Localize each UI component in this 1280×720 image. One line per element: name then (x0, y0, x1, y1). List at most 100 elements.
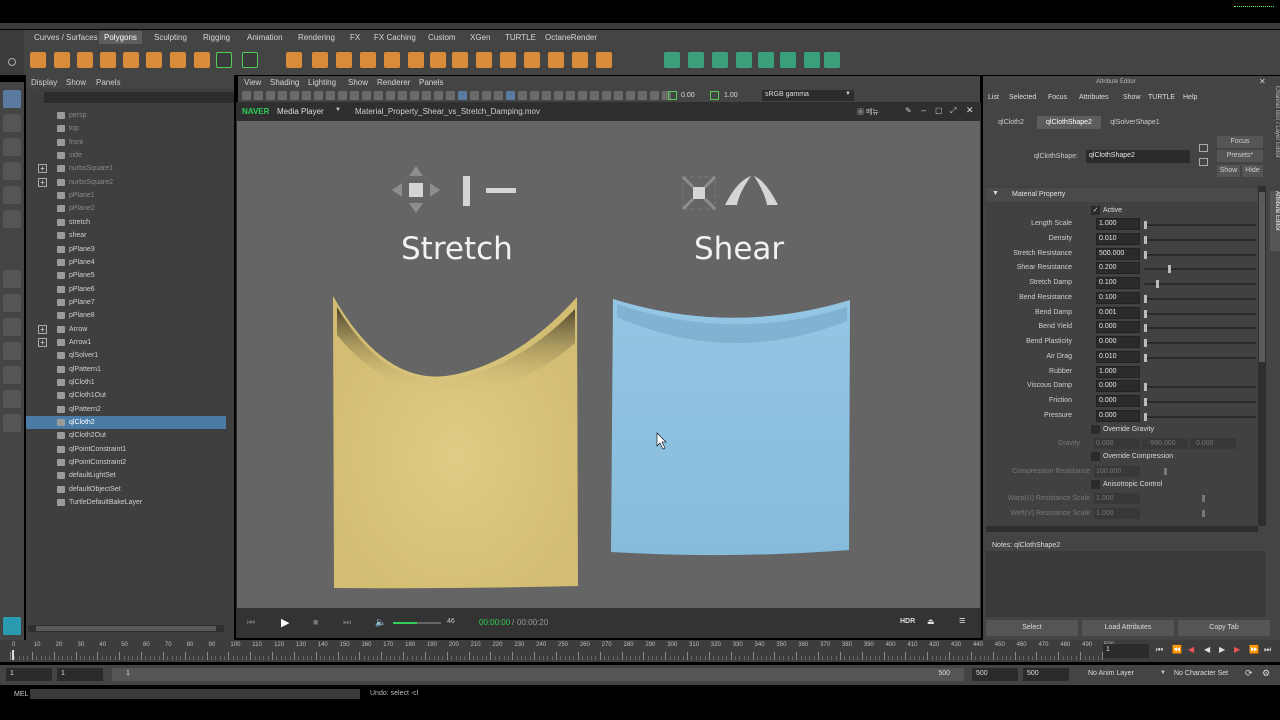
attr-menu-focus[interactable]: Focus (1048, 94, 1067, 101)
shelf-tool-icon[interactable] (736, 52, 752, 68)
attr-value-field[interactable]: 0.000 (1096, 336, 1140, 348)
viewport-tool-icon[interactable] (530, 91, 539, 100)
mel-input[interactable] (30, 689, 360, 699)
outliner-item[interactable]: qlPattern1 (26, 363, 226, 376)
viewport-tool-icon[interactable] (614, 91, 623, 100)
end-time-field[interactable]: 500 (1023, 668, 1069, 681)
attr-slider-knob[interactable] (1144, 412, 1147, 421)
viewport-tool-icon[interactable] (470, 91, 479, 100)
attr-slider[interactable] (1144, 309, 1256, 318)
shelf-tool-icon[interactable] (384, 52, 400, 68)
hide-button[interactable]: Hide (1242, 165, 1263, 177)
attr-value-field[interactable]: 0.100 (1096, 291, 1140, 304)
checkbox-empty-icon[interactable] (1091, 452, 1100, 461)
tab-curves-surfaces[interactable]: Curves / Surfaces (29, 31, 103, 44)
outliner-item[interactable]: pPlane5 (26, 269, 226, 282)
viewport-tool-icon[interactable] (602, 91, 611, 100)
attr-slider-knob[interactable] (1144, 221, 1147, 229)
attr-value-field[interactable]: 0.000 (1096, 409, 1140, 422)
warp-slider-knob[interactable] (1202, 495, 1205, 502)
character-set-select[interactable]: No Character Set (1170, 668, 1242, 681)
viewport-tool-icon[interactable] (398, 91, 407, 100)
tab-polygons[interactable]: Polygons (99, 31, 142, 44)
viewport-tool-icon[interactable] (350, 91, 359, 100)
viewport-menu-lighting[interactable]: Lighting (308, 78, 336, 87)
outliner-item[interactable]: + Arrow (26, 323, 226, 336)
outliner-item[interactable]: shear (26, 229, 226, 242)
weft-slider-knob[interactable] (1202, 510, 1205, 517)
outliner-item[interactable]: pPlane2 (26, 202, 226, 215)
viewport-tool-icon[interactable] (338, 91, 347, 100)
outliner-item[interactable]: pPlane4 (26, 256, 226, 269)
hdr-toggle[interactable]: HDR (900, 618, 915, 625)
outliner-item[interactable]: side (26, 149, 226, 162)
tab-rendering[interactable]: Rendering (293, 31, 340, 44)
attr-slider[interactable] (1144, 235, 1256, 244)
expand-plus-icon[interactable]: + (38, 337, 47, 347)
shelf-tool-icon[interactable] (758, 52, 774, 68)
checkbox-checked-icon[interactable]: ✓ (1091, 206, 1100, 215)
range-slider[interactable]: 1 500 (112, 668, 964, 681)
outliner-item[interactable]: + nurbsSquare2 (26, 176, 226, 189)
attr-slider[interactable] (1144, 339, 1256, 347)
attr-slider-knob[interactable] (1144, 235, 1147, 244)
viewport-tool-icon[interactable] (278, 91, 287, 100)
compression-field[interactable]: 100.000 (1094, 466, 1140, 477)
override-compression-row[interactable]: Override Compression (1091, 451, 1231, 463)
volume-icon[interactable]: 🔈 (375, 617, 386, 628)
colorspace-select[interactable]: sRGB gamma ▼ (762, 90, 854, 101)
override-gravity-row[interactable]: Override Gravity (1091, 424, 1211, 436)
time-cursor[interactable] (12, 650, 15, 660)
attr-slider-knob[interactable] (1144, 294, 1147, 303)
tab-animation[interactable]: Animation (242, 31, 288, 44)
shelf-tool-icon[interactable] (30, 52, 46, 68)
layout-four-icon[interactable] (3, 294, 21, 312)
attr-value-field[interactable]: 500.000 (1096, 247, 1140, 260)
toggle-icon[interactable] (710, 91, 719, 100)
side-tab-channel-box[interactable]: Channel Box / Layer Editor (1270, 86, 1280, 176)
outliner-item[interactable]: defaultLightSet (26, 469, 226, 482)
mel-label[interactable]: MEL (14, 691, 28, 698)
viewport-tool-icon[interactable] (422, 91, 431, 100)
viewport-tool-icon[interactable] (446, 91, 455, 100)
outliner-item[interactable]: TurtleDefaultBakeLayer (26, 496, 226, 509)
viewport-tool-icon[interactable] (410, 91, 419, 100)
viewport-tool-icon[interactable] (554, 91, 563, 100)
outliner-menu-panels[interactable]: Panels (96, 78, 120, 87)
viewport-tool-icon[interactable] (374, 91, 383, 100)
outliner-item[interactable]: pPlane8 (26, 309, 226, 322)
shelf-tool-icon[interactable] (360, 52, 376, 68)
focus-node-icon[interactable] (1199, 144, 1208, 152)
shelf-tool-icon[interactable] (664, 52, 680, 68)
section-header-material-property[interactable]: ▼ Material Property (986, 188, 1258, 202)
attr-menu-show[interactable]: Show (1123, 94, 1141, 101)
outliner-item[interactable]: qlPattern2 (26, 403, 226, 416)
attr-value-field[interactable]: 0.010 (1096, 350, 1140, 363)
viewport-tool-icon[interactable] (566, 91, 575, 100)
shelf-tool-icon[interactable] (780, 52, 796, 68)
attr-tab-qlsolvershape1[interactable]: qlSolverShape1 (1104, 116, 1166, 129)
attr-slider-knob[interactable] (1144, 398, 1147, 406)
viewport-tool-icon[interactable] (266, 91, 275, 100)
viewport-tool-icon[interactable] (434, 91, 443, 100)
shelf-tool-icon[interactable] (688, 52, 704, 68)
viewport-tool-icon[interactable] (590, 91, 599, 100)
outliner-item[interactable]: qlCloth1Out (26, 389, 226, 402)
attr-slider[interactable] (1144, 221, 1256, 229)
shelf-tool-icon[interactable] (77, 52, 93, 68)
attr-slider-knob[interactable] (1144, 309, 1147, 318)
playback-start-field[interactable]: 1 (57, 668, 103, 681)
shelf-tool-icon[interactable] (312, 52, 328, 68)
attr-menu-list[interactable]: List (988, 94, 999, 101)
toggle-icon[interactable] (668, 91, 677, 100)
gravity-z-field[interactable]: 0.000 (1190, 438, 1236, 449)
attr-slider-knob[interactable] (1144, 353, 1147, 362)
viewport-tool-icon[interactable] (650, 91, 659, 100)
previous-icon[interactable]: ⏮ (247, 617, 255, 628)
layout-single-icon[interactable] (3, 270, 21, 288)
next-icon[interactable]: ⏭ (343, 617, 351, 628)
video-frame[interactable] (237, 121, 980, 608)
viewport-value-2[interactable]: 1.00 (724, 92, 738, 99)
tab-fx[interactable]: FX (345, 31, 365, 44)
outliner-item[interactable]: qlPointConstraint2 (26, 456, 226, 469)
